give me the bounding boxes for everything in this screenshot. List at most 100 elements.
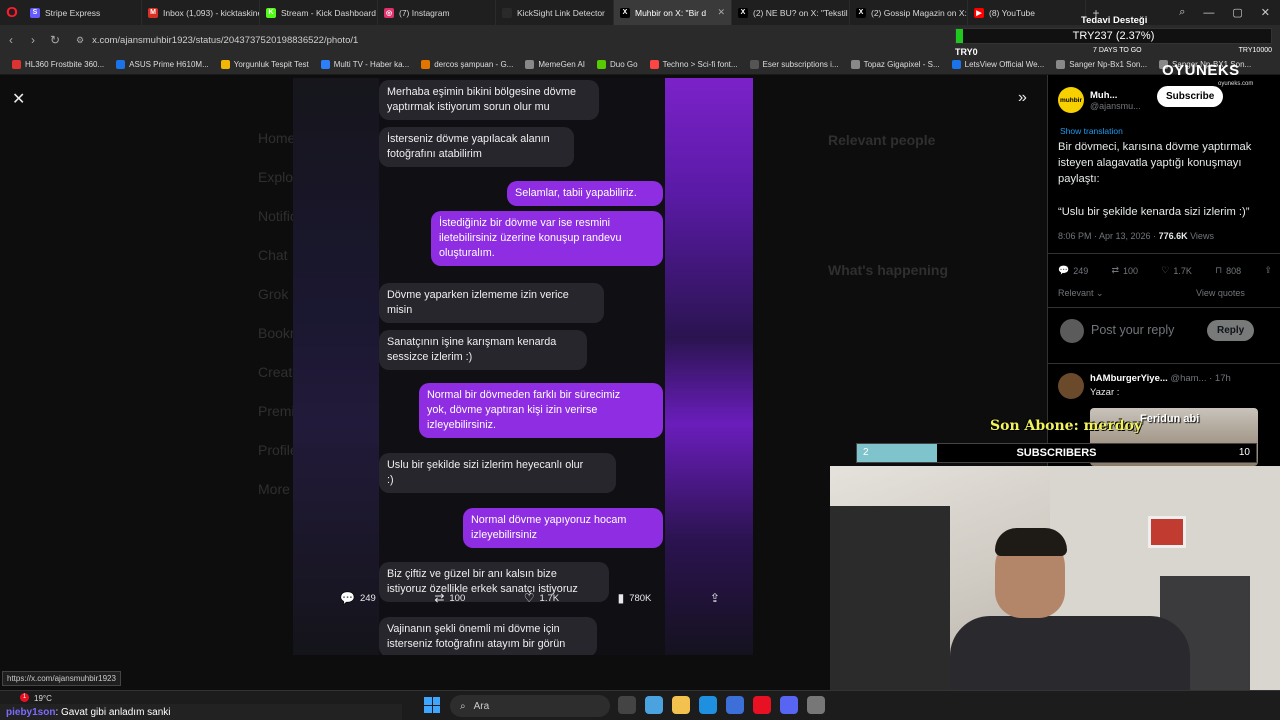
bookmark-label: Multi TV - Haber ka... <box>333 60 410 69</box>
view-quotes-link[interactable]: View quotes <box>1196 288 1245 298</box>
chat-bubble-outgoing: Normal bir dövmeden farklı bir sürecimiz… <box>419 383 663 438</box>
share-stat[interactable]: ⇪ <box>1264 265 1272 276</box>
photo-blur-left <box>293 78 379 655</box>
browser-tab[interactable]: ◎ (7) Instagram <box>378 0 496 25</box>
bookmark-item[interactable]: HL360 Frostbite 360... <box>6 60 110 69</box>
commenter-name[interactable]: hAMburgerYiye... @ham... · 17h <box>1090 373 1231 384</box>
bookmark-item[interactable]: Topaz Gigapixel - S... <box>845 60 946 69</box>
tab-favicon-icon: X <box>856 7 866 18</box>
bookmark-label: MemeGen AI <box>538 60 586 69</box>
file-explorer-icon[interactable] <box>672 696 690 714</box>
browser-tab[interactable]: X (2) Gossip Magazin on X: <box>850 0 968 25</box>
tab-close-icon[interactable]: ✕ <box>717 7 725 18</box>
bookmark-item[interactable]: Sanger Np-Bx1 Son... <box>1050 60 1153 69</box>
background-nav-item: More <box>258 481 290 497</box>
bookmark-favicon-icon <box>597 60 607 69</box>
chat-bubble-incoming: Dövme yaparken izlememe izin verice misi… <box>379 283 604 323</box>
browser-tab[interactable]: KickSight Link Detector <box>496 0 614 25</box>
taskbar-apps <box>618 696 825 714</box>
like-action[interactable]: ♡ 1.7K <box>524 591 559 605</box>
bookmark-label: Duo Go <box>610 60 638 69</box>
tab-label: Stream - Kick Dashboard <box>281 7 376 18</box>
chat-bubble-incoming: İsterseniz dövme yapılacak alanın fotoğr… <box>379 127 574 167</box>
bookmark-label: LetsView Official We... <box>964 60 1045 69</box>
bookmark-item[interactable]: Yorgunluk Tespit Test <box>215 60 315 69</box>
guest-label: Feridun abi <box>1140 413 1200 425</box>
forward-icon[interactable]: › <box>22 33 44 47</box>
bookmark-item[interactable]: LetsView Official We... <box>946 60 1051 69</box>
bookmark-item[interactable]: Duo Go <box>591 60 644 69</box>
share-action[interactable]: ⇪ <box>710 591 720 605</box>
tweet-views: 776.6K <box>1158 231 1188 241</box>
reply-action[interactable]: 💬 249 <box>340 591 376 605</box>
bookmark-item[interactable]: MemeGen AI <box>519 60 591 69</box>
donation-min: TRY0 <box>955 47 978 57</box>
reply-input[interactable]: Post your reply <box>1091 323 1174 337</box>
bookmark-item[interactable]: ASUS Prime H610M... <box>110 60 215 69</box>
bookmark-item[interactable]: Techno > Sci-fi font... <box>644 60 744 69</box>
obs-icon[interactable] <box>807 696 825 714</box>
browser-tab[interactable]: X (2) NE BU? on X: "Tekstil a <box>732 0 850 25</box>
store-icon[interactable] <box>726 696 744 714</box>
bookmark-stat[interactable]: ⊓ 808 <box>1215 265 1241 276</box>
tweet-photo[interactable]: Merhaba eşimin bikini bölgesine dövme ya… <box>293 78 753 655</box>
last-subscriber: Son Abone: merdoy <box>990 418 1142 434</box>
chat-bubble-incoming: Vajinanın şekli önemli mi dövme için ist… <box>379 617 597 655</box>
windows-start-icon[interactable] <box>424 697 440 713</box>
bookmarks-bar: HL360 Frostbite 360... ASUS Prime H610M..… <box>0 55 1280 75</box>
comment-text: Yazar : <box>1090 387 1120 398</box>
repost-action[interactable]: ⇄ 100 <box>434 591 465 605</box>
discord-icon[interactable] <box>780 696 798 714</box>
show-translation-link[interactable]: Show translation <box>1060 126 1123 136</box>
browser-tab[interactable]: K Stream - Kick Dashboard <box>260 0 378 25</box>
browser-tab[interactable]: M Inbox (1,093) - kicktaskine <box>142 0 260 25</box>
views-action[interactable]: ▮ 780K <box>618 591 652 605</box>
commenter-display-name[interactable]: hAMburgerYiye... <box>1090 373 1168 384</box>
streamer-webcam <box>830 466 1280 720</box>
subscribe-button[interactable]: Subscribe <box>1157 86 1224 107</box>
tab-label: KickSight Link Detector <box>517 7 605 18</box>
weather-widget[interactable]: 19°C <box>34 694 52 703</box>
site-info-icon[interactable]: ⚙ <box>76 35 84 46</box>
bookmark-item[interactable]: Eser subscriptions i... <box>744 60 845 69</box>
url-field[interactable]: ⚙ x.com/ajansmuhbir1923/status/204373752… <box>76 35 358 46</box>
like-stat-count: 1.7K <box>1173 265 1192 276</box>
commenter-handle[interactable]: @ham... <box>1170 373 1206 384</box>
reload-icon[interactable]: ↻ <box>44 33 66 47</box>
opera-icon[interactable] <box>753 696 771 714</box>
sponsor-url: oyuneks.com <box>1218 81 1254 87</box>
copilot-icon[interactable] <box>645 696 663 714</box>
reply-button[interactable]: Reply <box>1207 320 1255 341</box>
tab-favicon-icon: X <box>620 7 630 18</box>
reply-icon: 💬 <box>1058 265 1070 275</box>
back-icon[interactable]: ‹ <box>0 33 22 47</box>
my-avatar[interactable] <box>1060 319 1084 343</box>
expand-panel-icon[interactable]: » <box>1018 89 1027 107</box>
chat-message: : Gavat gibi anladım sanki <box>55 707 171 718</box>
author-avatar[interactable]: muhbir <box>1058 87 1084 113</box>
chat-bubble-incoming: Merhaba eşimin bikini bölgesine dövme ya… <box>379 80 599 120</box>
like-stat[interactable]: ♡ 1.7K <box>1161 265 1192 276</box>
chat-bubble-outgoing: Selamlar, tabii yapabiliriz. <box>507 181 663 206</box>
edge-icon[interactable] <box>699 696 717 714</box>
task-view-icon[interactable] <box>618 696 636 714</box>
opera-logo-icon[interactable]: O <box>0 0 24 25</box>
sort-replies-dropdown[interactable]: Relevant ⌄ <box>1058 288 1104 299</box>
url-text[interactable]: x.com/ajansmuhbir1923/status/20437375201… <box>92 35 358 46</box>
author-name[interactable]: Muh... <box>1090 90 1141 101</box>
tweet-time[interactable]: 8:06 PM · Apr 13, 2026 · <box>1058 231 1159 241</box>
author-handle[interactable]: @ajansmu... <box>1090 101 1141 111</box>
bookmark-label: Yorgunluk Tespit Test <box>233 60 309 69</box>
browser-tab[interactable]: X Muhbir on X: "Bir d ✕ <box>614 0 732 25</box>
bookmark-item[interactable]: Multi TV - Haber ka... <box>315 60 415 69</box>
taskbar-search[interactable]: ⌕ Ara <box>450 695 610 717</box>
reply-stat[interactable]: 💬 249 <box>1058 265 1088 276</box>
bookmark-favicon-icon <box>951 60 961 69</box>
repost-stat[interactable]: ⇄ 100 <box>1111 265 1138 276</box>
bookmark-item[interactable]: dercos şampuan - G... <box>415 60 519 69</box>
webcam-equipment <box>830 506 950 720</box>
browser-tab[interactable]: S Stripe Express <box>24 0 142 25</box>
commenter-avatar[interactable] <box>1058 373 1084 399</box>
bookmark-label: Topaz Gigapixel - S... <box>863 60 940 69</box>
close-icon[interactable]: ✕ <box>12 89 25 109</box>
